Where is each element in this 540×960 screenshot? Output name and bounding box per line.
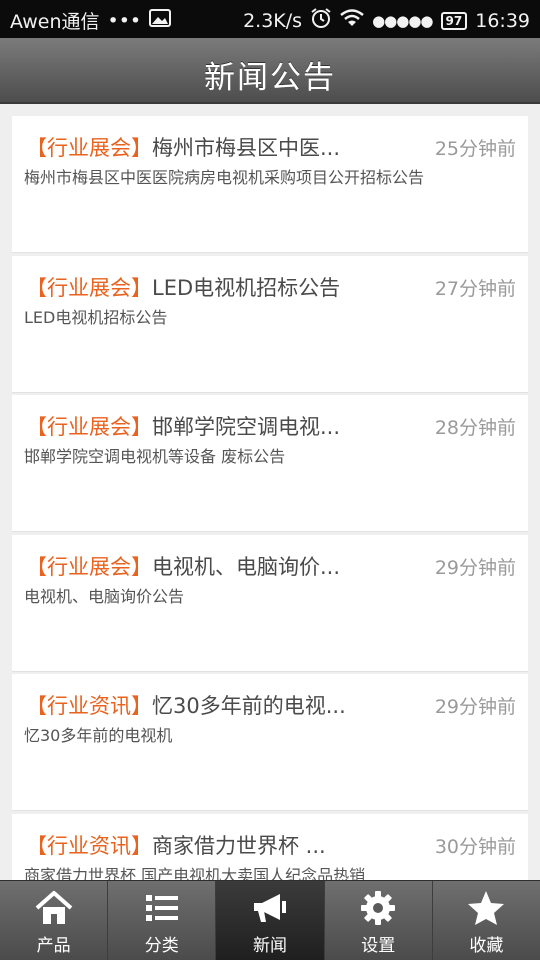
news-time: 29分钟前 <box>434 556 516 579</box>
tab-label-categories: 分类 <box>144 936 179 956</box>
news-time: 30分钟前 <box>434 835 516 858</box>
news-summary: 商家借力世界杯 国产电视机大卖国人纪念品热销 <box>24 865 366 881</box>
news-headline: 【行业资讯】忆30多年前的电视... <box>26 690 406 722</box>
page-title: 新闻公告 <box>204 60 336 96</box>
news-summary: 梅州市梅县区中医医院病房电视机采购项目公开招标公告 <box>24 168 425 187</box>
news-time: 28分钟前 <box>434 417 516 439</box>
title-bar: 新闻公告 <box>0 38 540 104</box>
news-title: 梅州市梅县区中医... <box>152 136 341 160</box>
news-title: 电视机、电脑询价... <box>152 554 341 579</box>
news-category: 【行业资讯】 <box>26 833 152 858</box>
star-icon <box>468 891 505 925</box>
news-item[interactable]: 【行业资讯】忆30多年前的电视... 29分钟前忆30多年前的电视机 <box>12 674 528 811</box>
megaphone-icon <box>254 894 286 922</box>
news-item[interactable]: 【行业展会】LED电视机招标公告 27分钟前 LED电视机招标公告 <box>12 255 528 393</box>
list-icon <box>145 895 178 921</box>
tab-favorites[interactable]: 收藏 <box>433 881 540 960</box>
news-category: 【行业展会】 <box>26 275 152 300</box>
news-category: 【行业资讯】 <box>26 694 152 718</box>
news-summary: 电视机、电脑询价公告 <box>24 586 185 606</box>
news-headline: 【行业展会】LED电视机招标公告 <box>26 272 406 304</box>
tab-label-news: 新闻 <box>253 936 287 956</box>
news-summary: 邯郸学院空调电视机等设备 废标公告 <box>24 447 286 466</box>
news-item[interactable]: 【行业展会】邯郸学院空调电视... 28分钟前邯郸学院空调电视机等设备 废标公告 <box>12 395 528 532</box>
news-category: 【行业展会】 <box>26 554 152 579</box>
news-list[interactable]: 【行业展会】梅州市梅县区中医... 25分钟前 梅州市梅县区中医医院病房电视机采购项… <box>0 104 540 880</box>
home-icon <box>35 891 72 924</box>
tab-settings[interactable]: 设置 <box>325 881 433 960</box>
carrier-name: Awen通信 <box>10 11 100 33</box>
news-time: 29分钟前 <box>434 696 516 718</box>
news-item[interactable]: 【行业资讯】商家借力世界杯 ... 30分钟前商家借力世界杯 国产电视机大卖国人纪… <box>12 813 528 881</box>
news-summary: LED电视机招标公告 <box>24 307 168 327</box>
news-title: 忆30多年前的电视... <box>152 694 346 718</box>
tab-categories[interactable]: 分类 <box>108 881 217 960</box>
news-headline: 【行业展会】邯郸学院空调电视... <box>26 411 406 443</box>
news-headline: 【行业资讯】商家借力世界杯 ... <box>26 830 406 862</box>
image-icon <box>149 9 172 32</box>
news-title: 商家借力世界杯 ... <box>152 833 326 858</box>
tab-label-products: 产品 <box>36 936 71 956</box>
alarm-icon <box>310 7 332 34</box>
news-category: 【行业展会】 <box>26 415 152 439</box>
status-bar: Awen通信 ••• 2.3K/s ●●●●● 97 16:39 <box>0 0 540 38</box>
news-title: 邯郸学院空调电视... <box>152 415 341 439</box>
network-speed: 2.3K/s <box>243 9 303 32</box>
news-time: 25分钟前 <box>434 138 516 160</box>
tab-bar: 产品 分类 新闻 设置 收藏 <box>0 880 540 960</box>
battery-icon: 97 <box>440 11 468 30</box>
tab-products[interactable]: 产品 <box>0 881 109 960</box>
tab-label-favorites: 收藏 <box>469 936 504 956</box>
tab-label-settings: 设置 <box>361 936 396 956</box>
news-item[interactable]: 【行业展会】电视机、电脑询价... 29分钟前电视机、电脑询价公告 <box>12 534 528 672</box>
wifi-icon <box>340 9 364 32</box>
news-headline: 【行业展会】电视机、电脑询价... <box>26 551 406 583</box>
tab-news[interactable]: 新闻 <box>216 881 325 960</box>
news-headline: 【行业展会】梅州市梅县区中医... <box>26 132 406 164</box>
signal-strength: ●●●●● <box>372 11 433 30</box>
news-title: LED电视机招标公告 <box>152 275 341 300</box>
clock: 16:39 <box>475 9 530 32</box>
news-item[interactable]: 【行业展会】梅州市梅县区中医... 25分钟前 梅州市梅县区中医医院病房电视机采购项… <box>12 116 528 253</box>
news-summary: 忆30多年前的电视机 <box>24 726 173 745</box>
news-time: 27分钟前 <box>434 277 516 300</box>
news-category: 【行业展会】 <box>26 136 152 160</box>
notification-dots: ••• <box>107 9 142 32</box>
gear-icon <box>361 891 396 925</box>
